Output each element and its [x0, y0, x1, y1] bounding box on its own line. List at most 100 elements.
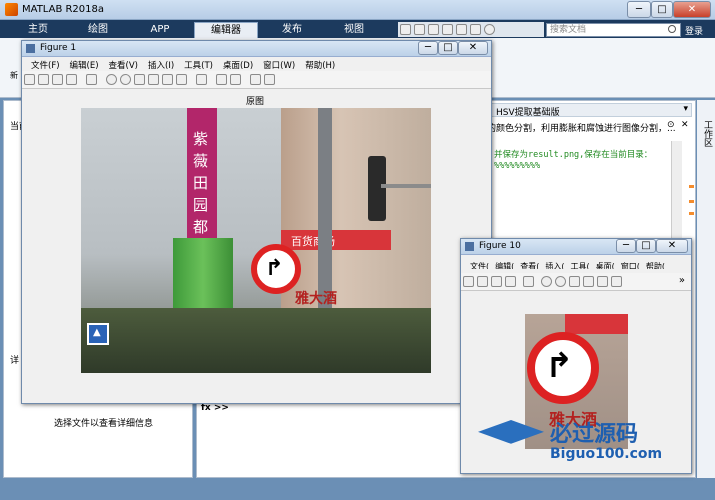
comment-line: 的颜色分割，利用膨胀和腐蚀进行图像分割，... — [487, 124, 676, 134]
doc-title[interactable]: HSV提取基础版 — [496, 105, 560, 118]
search-icon[interactable] — [668, 25, 676, 33]
maximize-button[interactable]: □ — [651, 1, 673, 18]
brush-icon[interactable] — [611, 276, 622, 287]
new-figure-icon[interactable] — [24, 74, 35, 85]
app-title: MATLAB R2018a — [22, 4, 105, 15]
save-icon[interactable] — [400, 24, 411, 35]
login-link[interactable]: 登录 — [685, 24, 703, 37]
fig1-minimize-button[interactable]: ─ — [418, 41, 438, 55]
print-icon[interactable] — [505, 276, 516, 287]
data-cursor-icon[interactable] — [162, 74, 173, 85]
toolbar-overflow-button[interactable]: » — [679, 275, 685, 286]
details-hint: 选择文件以查看详细信息 — [54, 419, 154, 429]
pedestrian-sign: ▲ — [87, 323, 109, 345]
menu-desktop[interactable]: 桌面( — [596, 261, 615, 269]
print-icon[interactable] — [66, 74, 77, 85]
details-label: 详 — [10, 356, 20, 366]
menu-tools[interactable]: 工具( — [571, 261, 590, 269]
arrow-right-icon: ↱ — [545, 346, 574, 386]
tab-publish[interactable]: 发布 — [260, 22, 324, 38]
command-prompt[interactable]: fx >> — [201, 403, 229, 413]
help-icon[interactable] — [484, 24, 495, 35]
legend-icon[interactable] — [230, 74, 241, 85]
zoom-out-icon[interactable] — [555, 276, 566, 287]
rotate-icon[interactable] — [148, 74, 159, 85]
cut-icon[interactable] — [414, 24, 425, 35]
search-input[interactable]: 搜索文档 — [546, 23, 681, 37]
link-icon[interactable] — [196, 74, 207, 85]
watermark-logo: 必过源码 Biguo100.com — [478, 414, 693, 466]
figure-10-title-bar: Figure 10 ─ □ ✕ — [461, 239, 691, 255]
menu-window[interactable]: 窗口(W) — [263, 59, 295, 71]
fig1-maximize-button[interactable]: □ — [438, 41, 458, 55]
figure-1-toolbar — [22, 71, 491, 89]
menu-file[interactable]: 文件(F) — [31, 59, 60, 71]
figure-1-menu: 文件(F) 编辑(E) 查看(V) 插入(I) 工具(T) 桌面(D) 窗口(W) 帮助(H) — [22, 57, 491, 71]
graduation-cap-icon — [478, 420, 544, 444]
pedestrian-icon: ▲ — [93, 327, 101, 338]
menu-desktop[interactable]: 桌面(D) — [223, 59, 253, 71]
pointer-icon[interactable] — [523, 276, 534, 287]
paste-icon[interactable] — [442, 24, 453, 35]
menu-help[interactable]: 帮助( — [646, 261, 665, 269]
menu-tools[interactable]: 工具(T) — [184, 59, 213, 71]
pan-icon[interactable] — [134, 74, 145, 85]
close-button[interactable]: ✕ — [673, 1, 711, 18]
menu-view[interactable]: 查看( — [520, 261, 539, 269]
save-icon[interactable] — [52, 74, 63, 85]
figure-10-toolbar: » — [461, 273, 691, 291]
menu-view[interactable]: 查看(V) — [109, 59, 138, 71]
new-label[interactable]: 新 — [10, 70, 18, 81]
figure-1-title-bar: Figure 1 ─ □ ✕ — [22, 41, 491, 57]
redo-icon[interactable] — [470, 24, 481, 35]
fig10-maximize-button[interactable]: □ — [636, 239, 656, 253]
fig10-minimize-button[interactable]: ─ — [616, 239, 636, 253]
close-doc-icon[interactable]: ✕ — [681, 120, 689, 130]
shop-sign: 百货商场 — [281, 230, 391, 250]
building-right — [281, 108, 431, 318]
code-line: 并保存为result.png,保存在当前目录： — [494, 150, 653, 160]
menu-edit[interactable]: 编辑( — [495, 261, 514, 269]
watermark-url: Biguo100.com — [550, 446, 663, 462]
fig10-close-button[interactable]: ✕ — [656, 239, 688, 253]
new-figure-icon[interactable] — [463, 276, 474, 287]
orange-marker — [689, 185, 694, 188]
menu-window[interactable]: 窗口( — [621, 261, 640, 269]
pointer-icon[interactable] — [86, 74, 97, 85]
shop-sign — [565, 314, 628, 334]
minimize-button[interactable]: ─ — [627, 1, 651, 18]
menu-help[interactable]: 帮助(H) — [305, 59, 335, 71]
zoom-in-icon[interactable] — [541, 276, 552, 287]
zoom-in-icon[interactable] — [106, 74, 117, 85]
copy-icon[interactable] — [428, 24, 439, 35]
no-right-turn-sign: ↱ — [251, 244, 301, 294]
menu-insert[interactable]: 插入(I) — [148, 59, 174, 71]
open-icon[interactable] — [477, 276, 488, 287]
tab-view[interactable]: 视图 — [322, 22, 386, 38]
menu-file[interactable]: 文件( — [470, 261, 489, 269]
tab-apps[interactable]: APP — [128, 22, 192, 38]
chevron-down-icon[interactable]: ▾ — [683, 104, 688, 114]
tab-plots[interactable]: 绘图 — [66, 22, 130, 38]
save-icon[interactable] — [491, 276, 502, 287]
rotate-icon[interactable] — [583, 276, 594, 287]
percent-line: %%%%%%%%% — [494, 161, 541, 171]
workspace-label[interactable]: 工作区 — [701, 120, 714, 147]
tab-home[interactable]: 主页 — [6, 22, 70, 38]
hide-tools-icon[interactable] — [250, 74, 261, 85]
tab-editor[interactable]: 编辑器 — [194, 22, 258, 38]
data-cursor-icon[interactable] — [597, 276, 608, 287]
undo-icon[interactable] — [456, 24, 467, 35]
brush-icon[interactable] — [176, 74, 187, 85]
open-icon[interactable] — [38, 74, 49, 85]
dock-icon[interactable] — [264, 74, 275, 85]
menu-insert[interactable]: 插入( — [545, 261, 564, 269]
figure-icon — [26, 44, 35, 53]
menu-edit[interactable]: 编辑(E) — [70, 59, 99, 71]
fig1-close-button[interactable]: ✕ — [458, 41, 488, 55]
pan-icon[interactable] — [569, 276, 580, 287]
colorbar-icon[interactable] — [216, 74, 227, 85]
zoom-out-icon[interactable] — [120, 74, 131, 85]
matlab-logo-icon — [5, 3, 18, 16]
collapse-icon[interactable]: ⊙ — [667, 120, 675, 130]
